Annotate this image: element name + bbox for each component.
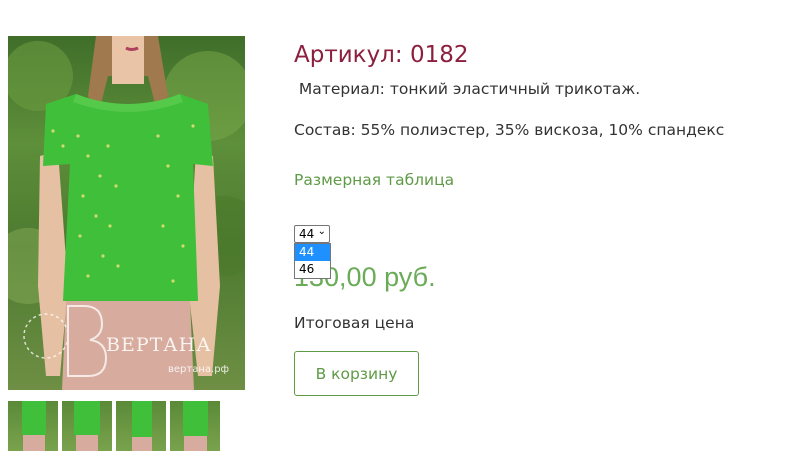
thumbnail-image bbox=[22, 401, 46, 451]
thumbnail-3[interactable] bbox=[116, 401, 166, 451]
size-table-link[interactable]: Размерная таблица bbox=[294, 171, 454, 189]
watermark-site: вертана.рф bbox=[168, 364, 230, 375]
thumbnail-image bbox=[183, 401, 208, 451]
thumbnail-4[interactable] bbox=[170, 401, 220, 451]
thumbnail-strip bbox=[8, 401, 220, 451]
thumbnail-1[interactable] bbox=[8, 401, 58, 451]
product-material: Материал: тонкий эластичный трикотаж. bbox=[294, 80, 641, 98]
thumbnail-image bbox=[74, 401, 100, 451]
thumbnail-2[interactable] bbox=[62, 401, 112, 451]
product-composition: Состав: 55% полиэстер, 35% вискоза, 10% … bbox=[294, 121, 725, 139]
add-to-cart-button[interactable]: В корзину bbox=[294, 351, 419, 396]
thumbnail-image bbox=[132, 401, 152, 451]
final-price-label: Итоговая цена bbox=[294, 314, 415, 332]
chevron-down-icon: ⌄ bbox=[317, 226, 326, 237]
watermark-brand: ВЕРТАНА bbox=[106, 334, 212, 356]
product-main-photo[interactable]: ВЕРТАНА вертана.рф bbox=[8, 36, 245, 390]
size-option-44[interactable]: 44 bbox=[295, 244, 330, 261]
size-option-46[interactable]: 46 bbox=[295, 261, 330, 278]
size-select-dropdown: 44 46 bbox=[294, 243, 331, 279]
size-select[interactable]: 44 ⌄ bbox=[294, 225, 330, 243]
size-select-value: 44 bbox=[299, 227, 315, 241]
product-title: Артикул: 0182 bbox=[294, 42, 469, 68]
